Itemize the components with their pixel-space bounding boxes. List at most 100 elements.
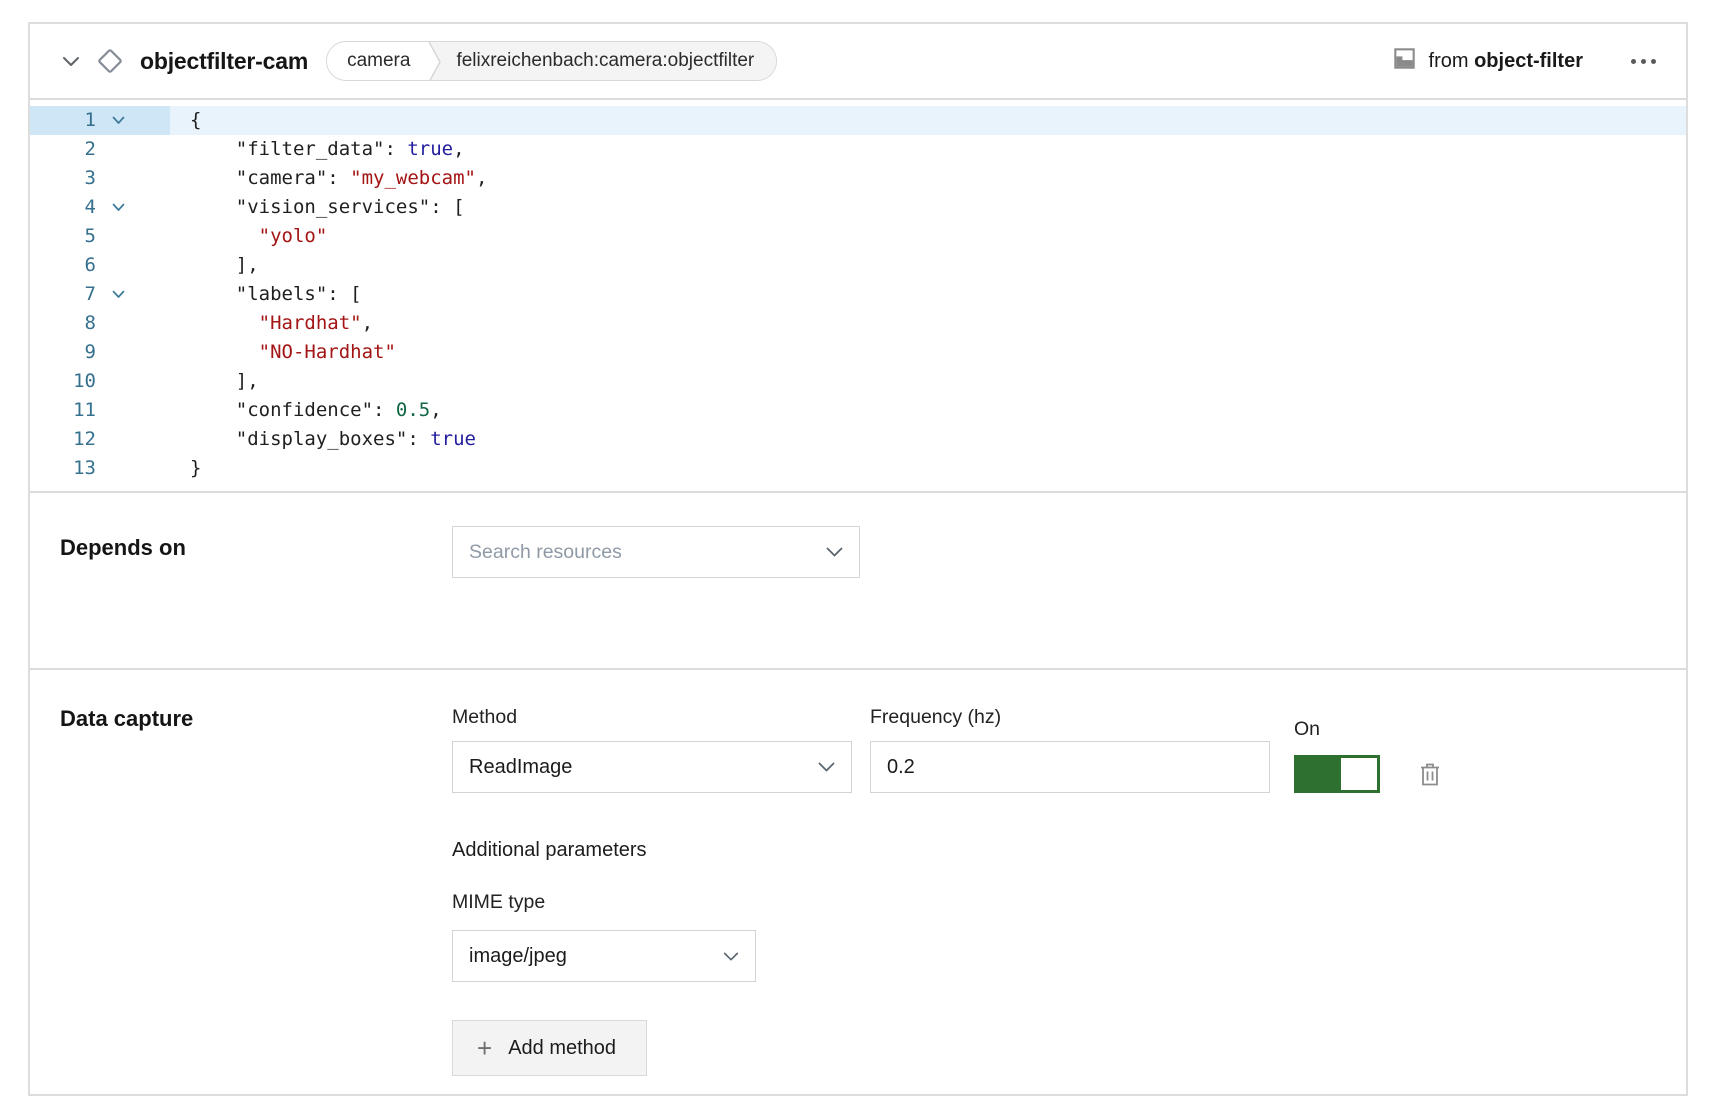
search-resources-placeholder: Search resources (469, 541, 622, 564)
fold-spacer (96, 425, 140, 454)
on-label: On (1294, 718, 1442, 741)
add-method-label: Add method (508, 1037, 616, 1060)
line-number: 8 (30, 309, 96, 338)
depends-on-section: Depends on Search resources (30, 491, 1686, 668)
code-content: { (170, 106, 201, 135)
capture-toggle[interactable] (1294, 755, 1380, 793)
module-icon (1392, 46, 1417, 76)
fold-spacer (96, 396, 140, 425)
badge-model: felixreichenbach:camera:objectfilter (442, 42, 776, 80)
fold-spacer (96, 135, 140, 164)
method-select[interactable]: ReadImage (452, 741, 852, 793)
gutter: 9 (30, 338, 170, 367)
code-line[interactable]: 3 "camera": "my_webcam", (30, 164, 1686, 193)
gutter: 6 (30, 251, 170, 280)
line-number: 7 (30, 280, 96, 309)
code-content: "Hardhat", (170, 309, 373, 338)
gutter: 3 (30, 164, 170, 193)
collapse-chevron-icon[interactable] (58, 56, 84, 67)
module-name: object-filter (1474, 50, 1583, 72)
line-number: 10 (30, 367, 96, 396)
fold-toggle-icon[interactable] (96, 106, 140, 135)
line-number: 3 (30, 164, 96, 193)
line-number: 2 (30, 135, 96, 164)
more-options-button[interactable] (1629, 53, 1658, 70)
chevron-down-icon (723, 945, 739, 968)
gutter: 13 (30, 454, 170, 483)
code-line[interactable]: 7 "labels": [ (30, 280, 1686, 309)
gutter: 10 (30, 367, 170, 396)
code-content: "filter_data": true, (170, 135, 465, 164)
data-capture-heading: Data capture (60, 706, 452, 1076)
code-line[interactable]: 5 "yolo" (30, 222, 1686, 251)
add-method-button[interactable]: + Add method (452, 1020, 647, 1076)
code-line[interactable]: 10 ], (30, 367, 1686, 396)
fold-toggle-icon[interactable] (96, 280, 140, 309)
fold-toggle-icon[interactable] (96, 193, 140, 222)
gutter: 8 (30, 309, 170, 338)
ellipsis-icon (1631, 59, 1636, 64)
component-card: objectfilter-cam camera felixreichenbach… (28, 22, 1688, 1096)
mime-type-value: image/jpeg (469, 945, 567, 968)
method-value: ReadImage (469, 756, 572, 779)
method-label: Method (452, 706, 852, 729)
component-name: objectfilter-cam (140, 48, 308, 75)
code-content: ], (170, 251, 259, 280)
fold-spacer (96, 251, 140, 280)
fold-spacer (96, 222, 140, 251)
additional-parameters-label: Additional parameters (452, 839, 1442, 862)
code-content: "vision_services": [ (170, 193, 465, 222)
component-model-badge: camera felixreichenbach:camera:objectfil… (326, 41, 777, 81)
code-content: "NO-Hardhat" (170, 338, 396, 367)
line-number: 1 (30, 106, 96, 135)
line-number: 11 (30, 396, 96, 425)
frequency-input[interactable] (870, 741, 1270, 793)
code-content: } (170, 454, 201, 483)
code-content: "camera": "my_webcam", (170, 164, 487, 193)
gutter: 1 (30, 106, 170, 135)
code-line[interactable]: 4 "vision_services": [ (30, 193, 1686, 222)
line-number: 9 (30, 338, 96, 367)
ellipsis-icon (1641, 59, 1646, 64)
chevron-down-icon (818, 756, 835, 779)
line-number: 4 (30, 193, 96, 222)
component-type-icon (94, 45, 126, 77)
code-line[interactable]: 9 "NO-Hardhat" (30, 338, 1686, 367)
mime-type-select[interactable]: image/jpeg (452, 930, 756, 982)
code-content: "display_boxes": true (170, 425, 476, 454)
code-content: "confidence": 0.5, (170, 396, 442, 425)
line-number: 13 (30, 454, 96, 483)
badge-type: camera (327, 42, 426, 80)
badge-divider-chevron-icon (426, 42, 442, 80)
ellipsis-icon (1651, 59, 1656, 64)
gutter: 7 (30, 280, 170, 309)
code-line[interactable]: 13} (30, 454, 1686, 483)
delete-method-button[interactable] (1418, 761, 1442, 788)
from-module-text: from object-filter (1429, 50, 1583, 73)
code-line[interactable]: 6 ], (30, 251, 1686, 280)
gutter: 2 (30, 135, 170, 164)
gutter: 4 (30, 193, 170, 222)
fold-spacer (96, 454, 140, 483)
search-resources-combobox[interactable]: Search resources (452, 526, 860, 578)
plus-icon: + (477, 1035, 492, 1061)
line-number: 5 (30, 222, 96, 251)
depends-on-heading: Depends on (60, 526, 452, 578)
code-content: "yolo" (170, 222, 327, 251)
code-line[interactable]: 8 "Hardhat", (30, 309, 1686, 338)
trash-icon (1418, 761, 1442, 788)
gutter: 11 (30, 396, 170, 425)
code-content: "labels": [ (170, 280, 362, 309)
fold-spacer (96, 309, 140, 338)
data-capture-section: Data capture Method ReadImage Frequency … (30, 668, 1686, 1096)
code-line[interactable]: 12 "display_boxes": true (30, 425, 1686, 454)
code-editor[interactable]: 1{2 "filter_data": true,3 "camera": "my_… (30, 98, 1686, 491)
fold-spacer (96, 367, 140, 396)
gutter: 12 (30, 425, 170, 454)
code-line[interactable]: 11 "confidence": 0.5, (30, 396, 1686, 425)
code-line[interactable]: 1{ (30, 106, 1686, 135)
line-number: 12 (30, 425, 96, 454)
chevron-down-icon (826, 541, 843, 564)
code-line[interactable]: 2 "filter_data": true, (30, 135, 1686, 164)
component-header: objectfilter-cam camera felixreichenbach… (30, 24, 1686, 98)
